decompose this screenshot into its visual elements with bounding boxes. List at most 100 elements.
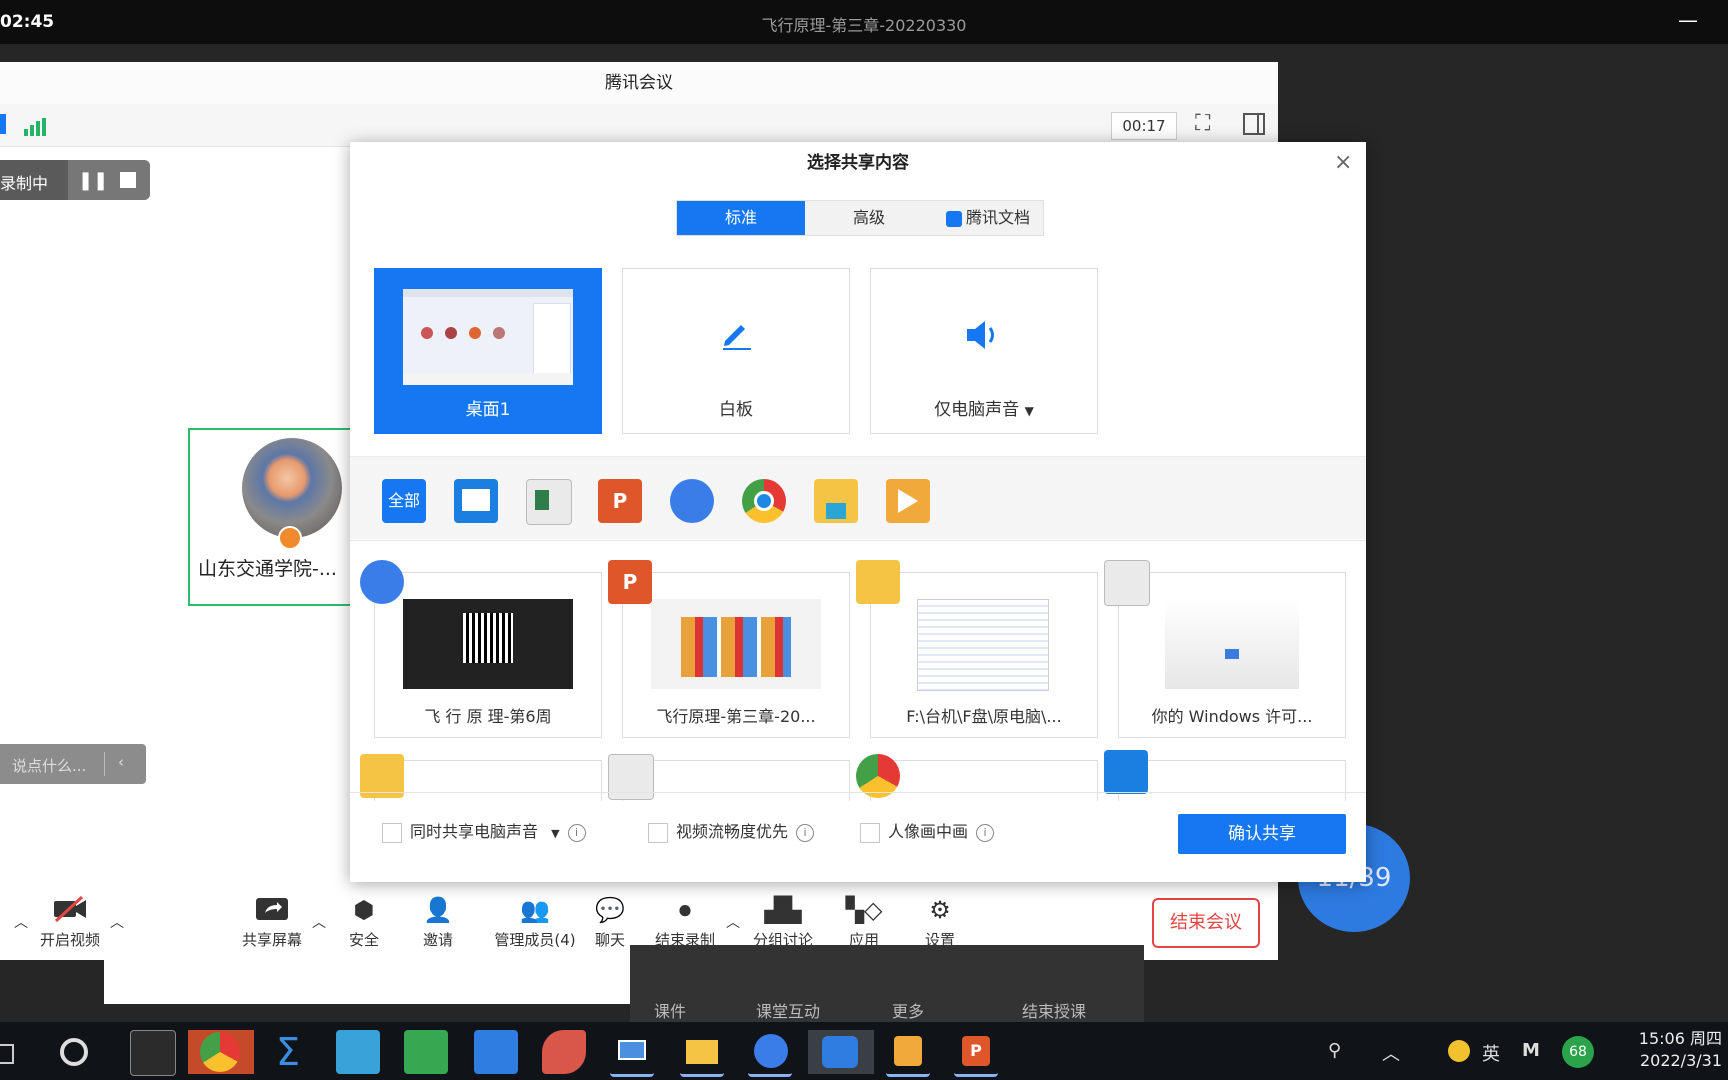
stop-icon[interactable] [120,172,136,188]
manage-members-label: 管理成员(4) [494,931,576,949]
share-audio-checkbox[interactable] [382,822,402,843]
media-player-icon[interactable] [886,1030,930,1077]
courseware-button[interactable]: 课件 [654,998,686,1022]
video-priority-checkbox[interactable] [648,822,668,843]
dropdown-caret-icon[interactable]: ▼ [551,827,559,840]
more-button[interactable]: 更多 [892,998,924,1022]
fullscreen-icon[interactable]: ⛶ [1195,112,1219,136]
people-icon[interactable]: ⚲ [1328,1040,1341,1061]
divider [350,540,1366,541]
participant-tile[interactable]: 山东交通学院-... [188,428,352,606]
pip-checkbox[interactable] [860,822,880,843]
app-filter-bar: 全部 P [350,457,1366,539]
avatar [242,438,342,538]
meeting-app-icon[interactable] [670,479,714,523]
shield-icon[interactable] [0,114,6,134]
chat-icon: 💬 [595,896,625,924]
minimize-button[interactable]: — [1678,8,1698,32]
pip-option[interactable]: 人像画中画 i [860,818,995,843]
gmail-tray-icon[interactable]: M [1522,1040,1540,1061]
video-priority-option[interactable]: 视频流畅度优先 i [648,818,815,843]
manage-members-button[interactable]: 👥 管理成员(4) [480,895,590,955]
window-card[interactable] [622,760,850,801]
dropdown-caret-icon[interactable]: ▼ [1025,404,1034,418]
record-options-chevron-icon[interactable]: ︿ [726,912,740,932]
chrome-app-icon[interactable] [742,479,786,523]
pause-icon[interactable]: ❚❚ [78,170,108,191]
window-app-icon[interactable] [454,479,498,523]
folder-icon[interactable] [680,1030,724,1077]
audio-options-chevron-icon[interactable]: ︿ [14,912,28,932]
thumb-avatar [493,327,505,339]
share-desktop-card[interactable]: 桌面1 [374,268,602,434]
meeting-subbar [0,104,1278,147]
share-screen-button[interactable]: 共享屏幕 [236,895,308,955]
media-player-app-icon[interactable] [886,479,930,523]
video-options-chevron-icon[interactable]: ︿ [110,912,124,932]
share-options-chevron-icon[interactable]: ︿ [312,912,326,932]
close-icon[interactable]: × [1334,150,1352,175]
meeting-window-title: 腾讯会议 [605,73,673,93]
window-card[interactable] [870,760,1098,801]
excel-icon[interactable] [404,1030,448,1074]
feishu-icon[interactable] [474,1030,518,1074]
apps-grid-icon: ▚◇ [845,896,883,924]
divider [104,752,105,776]
window-card[interactable]: F:\台机\F盘\原电脑\... [870,572,1098,738]
security-button[interactable]: ⬢ 安全 [336,895,392,955]
window-card[interactable]: 飞行原理-第三章-20... [622,572,850,738]
share-audio-only-card[interactable]: 仅电脑声音 ▼ [870,268,1098,434]
window-card[interactable] [374,760,602,801]
recording-badge: 录制中 ❚❚ [0,160,150,200]
chat-input[interactable]: 说点什么... ‹ [0,744,146,784]
class-interaction-button[interactable]: 课堂互动 [756,998,820,1022]
collapse-chevron-icon[interactable]: ‹ [118,753,124,771]
window-card[interactable] [1118,760,1346,801]
end-meeting-button[interactable]: 结束会议 [1152,898,1260,948]
battery-indicator[interactable]: 68 [1562,1036,1594,1068]
paint-icon[interactable] [542,1030,586,1074]
folder-app-icon[interactable] [814,479,858,523]
powerpoint-app-icon[interactable]: P [598,479,642,523]
security-tray-icon[interactable] [1448,1040,1470,1062]
tab-standard[interactable]: 标准 [677,201,805,235]
window-card[interactable]: 飞 行 原 理-第6周 [374,572,602,738]
share-whiteboard-label: 白板 [719,400,753,420]
end-class-button[interactable]: 结束授课 [1022,998,1086,1022]
invite-button[interactable]: 👤 邀请 [410,895,466,955]
tray-chevron-icon[interactable]: ︿ [1382,1040,1400,1066]
chrome-icon[interactable] [188,1030,254,1074]
system-clock[interactable]: 15:06 周四 2022/3/31 [1639,1028,1722,1072]
document-app-icon[interactable] [526,479,572,525]
clock-time: 15:06 周四 [1638,1029,1722,1048]
meeting-icon[interactable] [748,1030,792,1077]
tencent-meeting-icon[interactable] [808,1030,874,1074]
app-icon-s[interactable] [52,1030,96,1074]
ime-indicator[interactable]: 英 [1482,1040,1500,1066]
terminal-icon[interactable] [130,1030,176,1076]
window-icon[interactable] [610,1030,654,1077]
record-stop-icon: ⏺ [679,896,691,924]
sigma-icon[interactable]: Σ [266,1030,310,1074]
pdf-icon[interactable] [336,1030,380,1074]
sidebar-toggle-icon[interactable] [1243,113,1265,135]
network-signal-icon[interactable] [22,118,48,136]
window-card[interactable]: 你的 Windows 许可... [1118,572,1346,738]
filter-all-button[interactable]: 全部 [382,479,426,523]
document-app-icon [608,754,654,800]
info-icon[interactable]: i [796,823,815,842]
window-thumbnail [651,599,821,689]
recording-label: 录制中 [0,174,49,193]
dialog-title: 选择共享内容 [807,153,909,173]
share-whiteboard-card[interactable]: 白板 [622,268,850,434]
window-app-icon [1104,750,1148,794]
info-icon[interactable]: i [976,823,995,842]
tab-advanced[interactable]: 高级 [805,201,933,235]
task-view-icon[interactable] [0,1030,20,1074]
info-icon[interactable]: i [567,823,586,842]
tab-tencent-docs[interactable]: 腾讯文档 [933,201,1043,235]
powerpoint-icon[interactable]: P [954,1030,998,1077]
confirm-share-button[interactable]: 确认共享 [1178,814,1346,854]
toggle-video-button[interactable]: 开启视频 [34,895,106,955]
share-audio-option[interactable]: 同时共享电脑声音 ▼ i [382,818,586,843]
